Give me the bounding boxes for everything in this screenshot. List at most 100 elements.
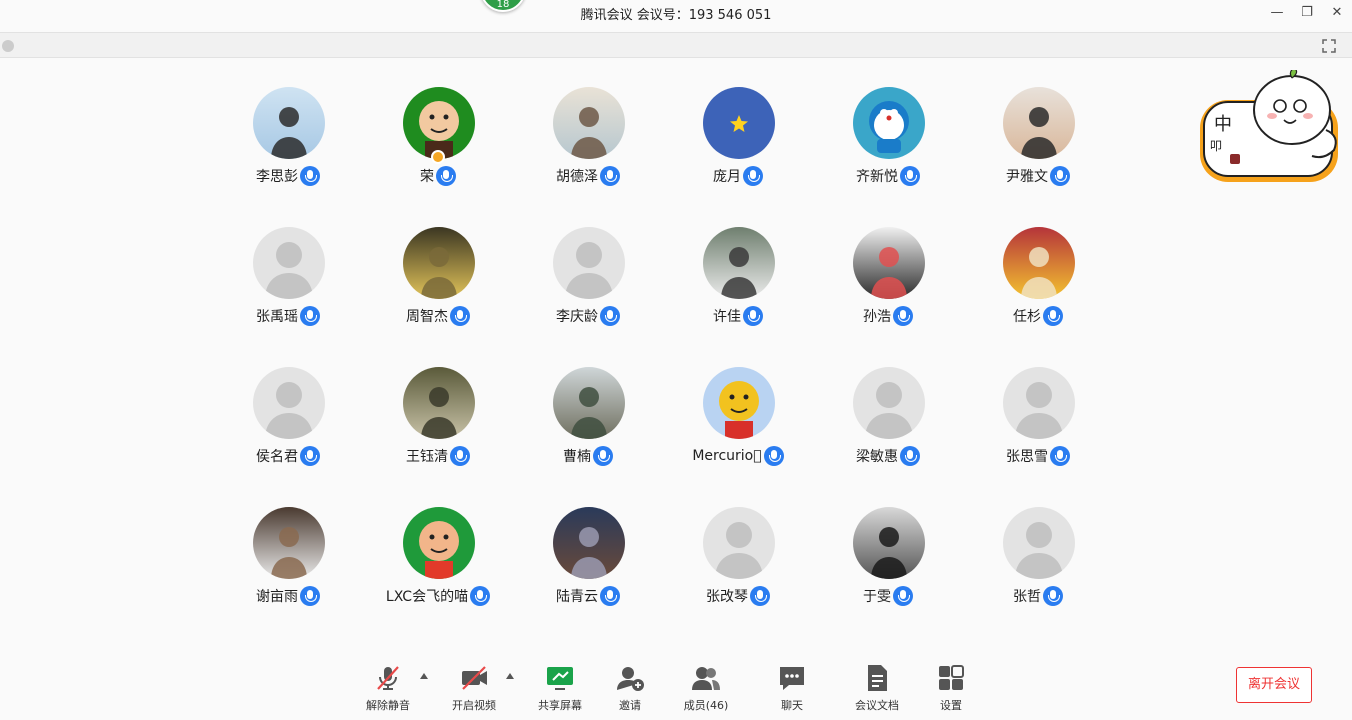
mic-icon[interactable]	[1043, 586, 1063, 606]
participant-tile[interactable]: 齐新悦	[813, 86, 963, 206]
avatar[interactable]	[553, 87, 625, 159]
avatar[interactable]	[403, 367, 475, 439]
shield-icon[interactable]	[2, 40, 14, 52]
participant-tile[interactable]: 张思雪	[963, 366, 1113, 486]
participant-tile[interactable]: 孙浩	[813, 226, 963, 346]
avatar[interactable]	[1003, 227, 1075, 299]
avatar[interactable]	[853, 367, 925, 439]
fullscreen-icon[interactable]	[1322, 38, 1336, 53]
avatar[interactable]	[403, 227, 475, 299]
start-video-button[interactable]: 开启视频	[442, 663, 506, 713]
participant-name: 任杉	[1013, 309, 1041, 325]
close-button[interactable]: ✕	[1326, 3, 1348, 23]
participant-tile[interactable]: 谢亩雨	[213, 506, 363, 626]
participant-tile[interactable]: 周智杰	[363, 226, 513, 346]
avatar[interactable]	[853, 227, 925, 299]
participant-name: 侯名君	[256, 449, 298, 465]
mic-icon[interactable]	[893, 586, 913, 606]
participant-tile[interactable]: 张改琴	[663, 506, 813, 626]
mic-icon[interactable]	[300, 446, 320, 466]
mic-icon[interactable]	[450, 306, 470, 326]
avatar[interactable]	[703, 367, 775, 439]
mic-icon[interactable]	[900, 166, 920, 186]
participant-tile[interactable]: LXC会飞的喵	[363, 506, 513, 626]
participant-name: 谢亩雨	[256, 589, 298, 605]
avatar[interactable]	[553, 227, 625, 299]
audio-options-caret[interactable]	[420, 673, 428, 679]
avatar[interactable]	[853, 507, 925, 579]
participant-tile[interactable]: 侯名君	[213, 366, 363, 486]
avatar[interactable]	[553, 367, 625, 439]
mic-icon[interactable]	[743, 306, 763, 326]
mic-icon[interactable]	[743, 166, 763, 186]
participant-tile[interactable]: 任杉	[963, 226, 1113, 346]
mic-icon[interactable]	[600, 306, 620, 326]
participant-tile[interactable]: 梁敏惠	[813, 366, 963, 486]
mic-icon[interactable]	[1043, 306, 1063, 326]
mic-icon[interactable]	[600, 586, 620, 606]
participant-name-row: 曹楠	[513, 446, 663, 466]
participant-name-row: 孙浩	[813, 306, 963, 326]
mic-icon[interactable]	[300, 586, 320, 606]
participant-tile[interactable]: 许佳	[663, 226, 813, 346]
mic-icon[interactable]	[436, 166, 456, 186]
unmute-button[interactable]: 解除静音	[356, 663, 420, 713]
participant-name-row: 庞月	[663, 166, 813, 186]
minimize-button[interactable]: —	[1266, 3, 1288, 23]
mic-icon[interactable]	[900, 446, 920, 466]
participant-tile[interactable]: 于雯	[813, 506, 963, 626]
mic-icon[interactable]	[450, 446, 470, 466]
restore-button[interactable]: ❐	[1296, 3, 1318, 23]
participant-name-row: 张禹瑶	[213, 306, 363, 326]
participant-name: 于雯	[863, 589, 891, 605]
participant-tile[interactable]: 庞月	[663, 86, 813, 206]
participant-name: 齐新悦	[856, 169, 898, 185]
avatar[interactable]	[703, 507, 775, 579]
avatar[interactable]	[553, 507, 625, 579]
participant-tile[interactable]: 胡德泽	[513, 86, 663, 206]
mic-icon[interactable]	[593, 446, 613, 466]
avatar[interactable]	[1003, 367, 1075, 439]
avatar[interactable]	[253, 87, 325, 159]
avatar[interactable]	[253, 507, 325, 579]
participant-tile[interactable]: Mercurio􀀀	[663, 366, 813, 486]
participant-tile[interactable]: 王钰清	[363, 366, 513, 486]
participant-tile[interactable]: 张哲	[963, 506, 1113, 626]
meeting-docs-button[interactable]: 会议文档	[845, 663, 909, 713]
avatar[interactable]	[703, 227, 775, 299]
mic-icon[interactable]	[893, 306, 913, 326]
mic-icon[interactable]	[750, 586, 770, 606]
participant-tile[interactable]: 张禹瑶	[213, 226, 363, 346]
participant-tile[interactable]: 李思彭	[213, 86, 363, 206]
leave-meeting-button[interactable]: 离开会议	[1236, 667, 1312, 703]
avatar[interactable]	[403, 87, 475, 159]
participant-tile[interactable]: 李庆龄	[513, 226, 663, 346]
mic-icon[interactable]	[763, 446, 784, 466]
participant-tile[interactable]: 曹楠	[513, 366, 663, 486]
mic-icon[interactable]	[1050, 446, 1070, 466]
mic-icon[interactable]	[1050, 166, 1070, 186]
invite-button[interactable]: 邀请	[598, 663, 662, 713]
mic-icon[interactable]	[600, 166, 620, 186]
avatar[interactable]	[1003, 87, 1075, 159]
members-icon	[691, 663, 721, 693]
avatar[interactable]	[1003, 507, 1075, 579]
chat-button[interactable]: 聊天	[760, 663, 824, 713]
avatar[interactable]	[403, 507, 475, 579]
mic-icon[interactable]	[300, 166, 320, 186]
video-options-caret[interactable]	[506, 673, 514, 679]
participant-tile[interactable]: 荣	[363, 86, 513, 206]
avatar[interactable]	[853, 87, 925, 159]
avatar[interactable]	[253, 227, 325, 299]
members-button[interactable]: 成员(46)	[674, 663, 738, 713]
avatar[interactable]	[253, 367, 325, 439]
mic-icon[interactable]	[470, 586, 491, 606]
settings-button[interactable]: 设置	[919, 663, 983, 713]
participant-name: 张哲	[1013, 589, 1041, 605]
participant-tile[interactable]: 陆青云	[513, 506, 663, 626]
top-info-strip	[0, 32, 1352, 58]
mic-icon[interactable]	[300, 306, 320, 326]
participant-tile[interactable]: 尹雅文	[963, 86, 1113, 206]
avatar[interactable]	[703, 87, 775, 159]
share-screen-button[interactable]: 共享屏幕	[528, 663, 592, 713]
